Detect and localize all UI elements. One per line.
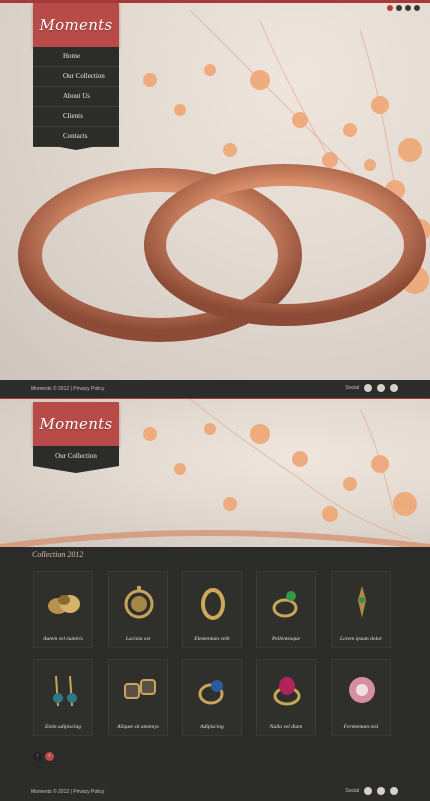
site-logo-2[interactable]: Moments (33, 402, 119, 446)
product-card[interactable]: Adipiscing (182, 659, 242, 736)
product-name: Pellentesque (271, 636, 301, 642)
footer-social-2: Social (345, 787, 398, 795)
social-label: Social (345, 385, 359, 391)
menu-ribbon-tail (33, 142, 119, 150)
dribbble-icon[interactable] (390, 787, 398, 795)
product-name: Aliquet sit ametnys (117, 724, 159, 730)
tumblr-icon[interactable] (377, 384, 385, 392)
brooch-icon (358, 586, 366, 618)
privacy-link[interactable]: Privacy Policy (73, 386, 104, 392)
gold-ring-icon (201, 588, 225, 620)
twitter-icon[interactable] (364, 384, 372, 392)
site-logo[interactable]: Moments (33, 3, 119, 47)
product-card[interactable]: Autem vel eumiris (33, 571, 93, 648)
product-card[interactable]: Elementum velit (182, 571, 242, 648)
next-page-button[interactable]: › (45, 752, 54, 761)
earrings-icon (53, 675, 77, 707)
menu-item-about-us[interactable]: About Us (33, 87, 119, 107)
slider-dot-1[interactable] (387, 5, 393, 11)
tumblr-icon[interactable] (377, 787, 385, 795)
social-label-2: Social (345, 788, 359, 794)
slider-dot-4[interactable] (414, 5, 420, 11)
emerald-ring-icon (272, 591, 298, 618)
product-name: Elementum velit (194, 636, 230, 642)
sapphire-ring-icon (198, 680, 224, 705)
menu-item-home[interactable]: Home (33, 47, 119, 67)
slider-pagination[interactable] (387, 5, 420, 15)
footer-bar-top: Moments © 2012 | Privacy Policy Social (0, 380, 430, 398)
product-name: Lorem ipsum dolor (340, 636, 382, 642)
pendant-icon (124, 586, 154, 619)
product-card[interactable]: Pellentesque (256, 571, 316, 648)
logo-text: Moments (39, 16, 113, 34)
dribbble-icon[interactable] (390, 384, 398, 392)
collection-title: Collection 2012 (32, 550, 84, 559)
product-name: Fermentum nisl (343, 724, 379, 730)
product-name: Lacinia est (125, 636, 151, 642)
gem-ring-icon (349, 677, 375, 703)
product-name: Adipiscing (200, 724, 224, 730)
ring-cluster-icon (48, 595, 80, 614)
product-card[interactable]: Aliquet sit ametnys (108, 659, 168, 736)
prev-page-button[interactable]: ‹ (33, 752, 42, 761)
product-name: Autem vel eumiris (43, 636, 83, 642)
menu-item-our-collection[interactable]: Our Collection (33, 67, 119, 87)
privacy-link-2[interactable]: Privacy Policy (73, 789, 104, 795)
logo-text-2: Moments (39, 415, 113, 433)
product-card[interactable]: Enim adipiscing (33, 659, 93, 736)
product-card[interactable]: Lorem ipsum dolor (331, 571, 391, 648)
product-card[interactable]: Fermentum nisl (331, 659, 391, 736)
footer-social: Social (345, 384, 398, 392)
product-name: Enim adipiscing (45, 724, 81, 730)
footer-bar-bottom: Moments © 2012 | Privacy Policy Social (0, 783, 430, 801)
cufflinks-icon (124, 679, 156, 699)
main-menu: Home Our Collection About Us Clients Con… (33, 47, 119, 147)
footer-copyright-2: Moments © 2012 | Privacy Policy (31, 789, 105, 795)
pagination: ‹ › (33, 752, 54, 761)
menu-ribbon-tail-2 (33, 466, 119, 473)
menu-item-clients[interactable]: Clients (33, 107, 119, 127)
footer-copyright: Moments © 2012 | Privacy Policy (31, 386, 105, 392)
twitter-icon[interactable] (364, 787, 372, 795)
product-card[interactable]: Nulla vel diam (256, 659, 316, 736)
product-card[interactable]: Lacinia est (108, 571, 168, 648)
slider-dot-3[interactable] (405, 5, 411, 11)
product-name: Nulla vel diam (269, 724, 303, 730)
menu-item-our-collection-active[interactable]: Our Collection (33, 446, 119, 466)
ruby-ring-icon (273, 677, 301, 706)
slider-dot-2[interactable] (396, 5, 402, 11)
